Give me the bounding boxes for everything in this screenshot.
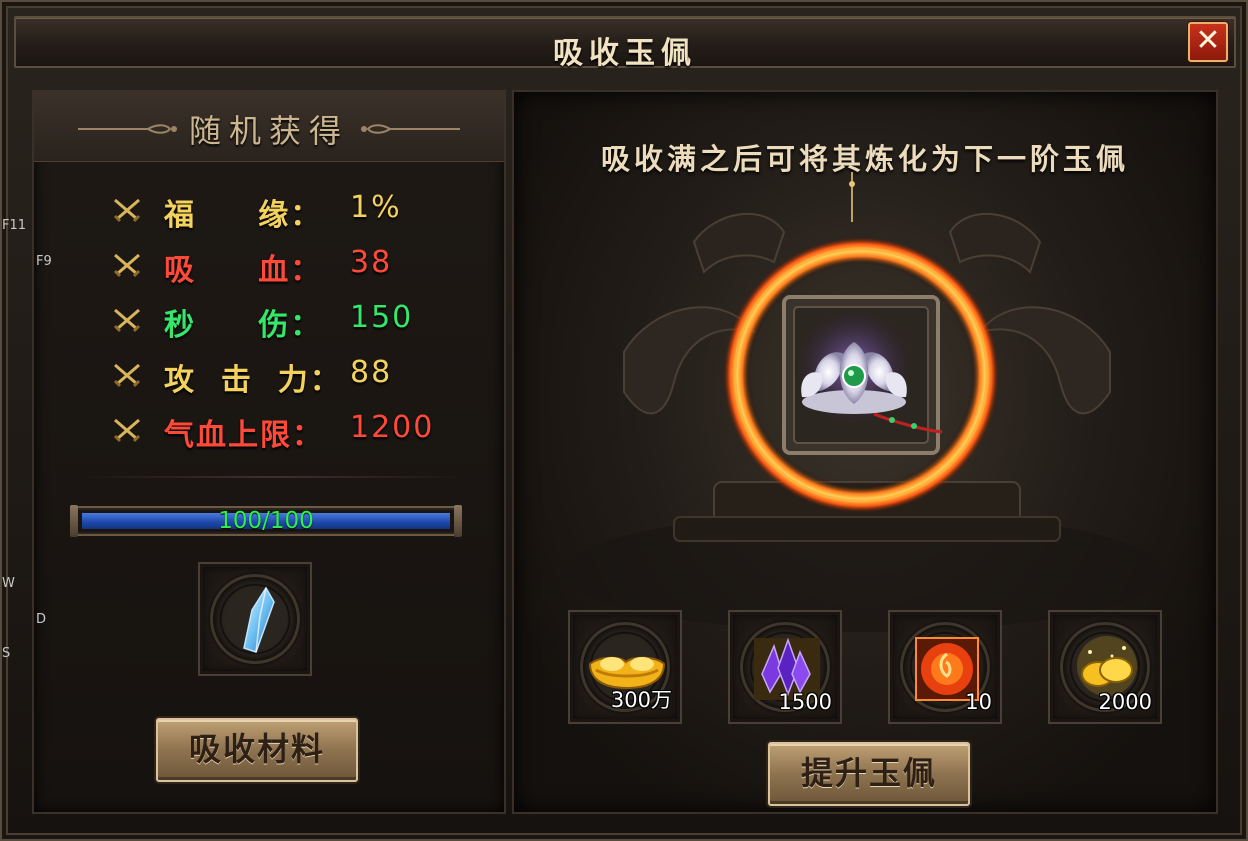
stat-row: 吸 血： 38 — [112, 245, 472, 300]
stat-row: 福 缘： 1% — [112, 190, 472, 245]
crossed-swords-icon — [113, 308, 141, 333]
crossed-swords-icon — [113, 363, 141, 388]
stat-list: 福 缘： 1% 吸 血： 38 秒 伤： 150 攻 击 力： 88 气血上限：… — [112, 190, 472, 465]
stat-value: 38 — [350, 245, 393, 280]
absorb-material-button[interactable]: 吸收材料 — [156, 718, 358, 782]
cost-quantity: 1500 — [778, 690, 832, 714]
edge-label: S — [2, 646, 11, 661]
stat-value: 150 — [350, 300, 414, 335]
close-button[interactable]: ✕ — [1188, 22, 1228, 62]
title-bar: 吸收玉佩 ✕ — [14, 16, 1236, 71]
crossed-swords-icon — [113, 418, 141, 443]
cost-slot[interactable]: 1500 — [728, 610, 842, 724]
edge-label: F11 — [2, 218, 27, 233]
stat-value: 1% — [350, 190, 402, 225]
stat-row: 秒 伤： 150 — [112, 300, 472, 355]
crossed-swords-icon — [113, 198, 141, 223]
upgrade-pendant-button[interactable]: 提升玉佩 — [768, 742, 970, 806]
artifact-panel: 吸收满之后可将其炼化为下一阶玉佩 300万 1500 10 2000 提升玉佩 — [512, 90, 1218, 814]
cost-quantity: 10 — [965, 690, 992, 714]
flourish-right-icon — [361, 124, 460, 134]
stat-label: 秒 伤： — [164, 308, 323, 343]
cost-quantity: 300万 — [610, 688, 672, 712]
cost-quantity: 2000 — [1098, 690, 1152, 714]
stat-label: 攻 击 力： — [164, 363, 342, 398]
game-window: 吸收玉佩 ✕ 随机获得 福 缘： 1% 吸 血： 38 秒 伤： 150 攻 击… — [0, 0, 1248, 841]
crossed-swords-icon — [113, 253, 141, 278]
blue-crystal-icon — [243, 586, 275, 653]
edge-label: D — [36, 612, 47, 627]
stat-label: 气血上限： — [164, 418, 324, 453]
material-slot[interactable] — [198, 562, 312, 676]
stat-value: 88 — [350, 355, 393, 390]
edge-label: W — [2, 576, 15, 591]
window-title: 吸收玉佩 — [553, 36, 697, 71]
stat-row: 气血上限： 1200 — [112, 410, 472, 465]
edge-label: F9 — [36, 254, 52, 269]
cost-slot[interactable]: 2000 — [1048, 610, 1162, 724]
cost-slot[interactable]: 10 — [888, 610, 1002, 724]
stat-value: 1200 — [350, 410, 435, 445]
stat-label: 吸 血： — [164, 253, 323, 288]
absorb-progress-bar: 100/100 — [70, 505, 462, 537]
random-gain-header: 随机获得 — [34, 92, 504, 162]
cost-slot[interactable]: 300万 — [568, 610, 682, 724]
stat-row: 攻 击 力： 88 — [112, 355, 472, 410]
stat-label: 福 缘： — [164, 198, 323, 233]
random-gain-panel: 随机获得 福 缘： 1% 吸 血： 38 秒 伤： 150 攻 击 力： 88 … — [32, 90, 506, 814]
divider — [78, 476, 468, 478]
progress-text: 100/100 — [218, 508, 314, 534]
